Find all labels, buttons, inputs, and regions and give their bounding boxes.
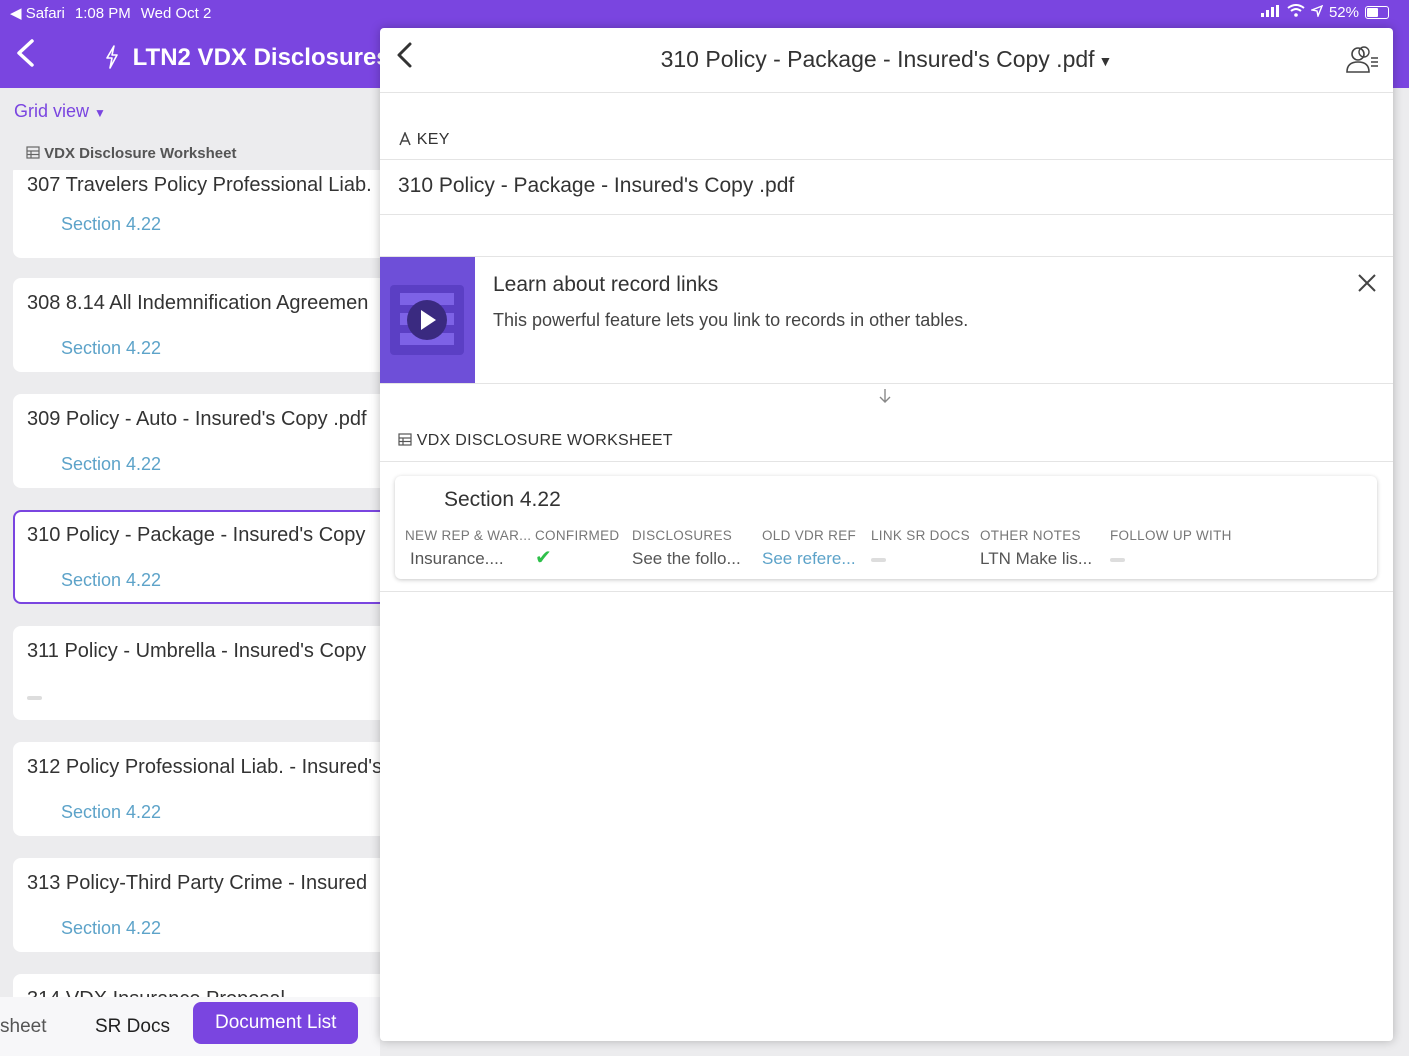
battery-percent: 52% (1328, 4, 1359, 21)
signal-icon (1260, 4, 1281, 21)
field-header: CONFIRMED (535, 528, 620, 543)
table-tabbar: sheet SR Docs Document List (0, 997, 380, 1056)
base-title[interactable]: LTN2 VDX Disclosures c (104, 44, 410, 72)
record-link[interactable]: Section 4.22 (61, 918, 161, 939)
video-thumbnail[interactable] (380, 257, 475, 383)
field-value: Insurance.... (410, 549, 504, 568)
panel-header: 310 Policy - Package - Insured's Copy .p… (380, 28, 1393, 93)
battery-icon (1365, 6, 1389, 19)
table-icon (398, 432, 417, 449)
panel-title[interactable]: 310 Policy - Package - Insured's Copy .p… (380, 46, 1393, 73)
linked-table-label: VDX DISCLOSURE WORKSHEET (398, 432, 673, 450)
record-list: 307 Travelers Policy Professional Liab. … (0, 170, 380, 1000)
back-to-app[interactable]: ◀ Safari (10, 4, 65, 22)
key-label-text: KEY (416, 131, 450, 148)
record-card[interactable]: 307 Travelers Policy Professional Liab. … (13, 170, 380, 258)
field-header: DISCLOSURES (632, 528, 733, 543)
record-title: 313 Policy-Third Party Crime - Insured (27, 872, 368, 894)
record-card[interactable]: 309 Policy - Auto - Insured's Copy .pdf … (13, 394, 380, 488)
record-card[interactable]: 313 Policy-Third Party Crime - Insured S… (13, 858, 380, 952)
divider (380, 214, 1393, 215)
status-bar: ◀ Safari 1:08 PM Wed Oct 2 52% (0, 0, 1409, 26)
back-app-label: Safari (25, 5, 65, 22)
empty-value (27, 696, 42, 700)
field-header: LINK SR DOCS (871, 528, 970, 543)
record-card[interactable]: 312 Policy Professional Liab. - Insured'… (13, 742, 380, 836)
field-header: OTHER NOTES (980, 528, 1081, 543)
divider (380, 159, 1393, 160)
linked-label-text: VDX DISCLOSURE WORKSHEET (416, 432, 673, 449)
caret-down-icon: ▼ (1098, 52, 1113, 69)
status-date: Wed Oct 2 (140, 4, 212, 22)
record-link[interactable]: Section 4.22 (61, 214, 161, 235)
view-label: Grid view (14, 101, 90, 121)
checkmark-icon: ✔ (535, 547, 552, 569)
record-card-selected[interactable]: 310 Policy - Package - Insured's Copy Se… (13, 510, 380, 604)
record-link[interactable]: Section 4.22 (61, 338, 161, 359)
text-field-icon (398, 131, 417, 148)
table-icon (26, 145, 44, 162)
divider (380, 461, 1393, 462)
key-field-value[interactable]: 310 Policy - Package - Insured's Copy .p… (398, 174, 794, 198)
collaborators-icon[interactable] (1345, 44, 1379, 79)
linked-record-card[interactable]: Section 4.22 NEW REP & WAR... Insurance.… (395, 476, 1377, 579)
tab-document-list[interactable]: Document List (193, 1002, 359, 1044)
record-title: 308 8.14 All Indemnification Agreemen (27, 292, 369, 314)
record-title: 309 Policy - Auto - Insured's Copy .pdf (27, 408, 367, 430)
status-right: 52% (1260, 4, 1389, 21)
record-link[interactable]: Section 4.22 (61, 570, 161, 591)
panel-title-text: 310 Policy - Package - Insured's Copy .p… (660, 46, 1095, 72)
tab-worksheet[interactable]: sheet (0, 1016, 46, 1038)
status-left: ◀ Safari 1:08 PM Wed Oct 2 (10, 4, 212, 23)
status-time: 1:08 PM (74, 4, 131, 22)
promo-description: This powerful feature lets you link to r… (493, 310, 969, 330)
wifi-icon (1287, 4, 1305, 21)
field-value: LTN Make lis... (980, 549, 1093, 568)
back-chevron-icon[interactable] (14, 38, 36, 74)
close-icon[interactable] (1357, 269, 1377, 300)
record-links-promo: Learn about record links This powerful f… (380, 256, 1393, 384)
field-header: FOLLOW UP WITH (1110, 528, 1232, 543)
record-detail-panel: 310 Policy - Package - Insured's Copy .p… (380, 28, 1393, 1041)
view-switcher[interactable]: Grid view ▼ (14, 101, 106, 122)
table-name: VDX Disclosure Worksheet (44, 145, 237, 162)
record-title: 312 Policy Professional Liab. - Insured'… (27, 756, 380, 778)
record-title: 307 Travelers Policy Professional Liab. (27, 174, 372, 196)
location-icon (1309, 4, 1324, 21)
key-field-label: KEY (398, 131, 450, 149)
empty-value (1110, 558, 1125, 562)
field-value: See the follo... (632, 549, 741, 568)
record-card[interactable]: 308 8.14 All Indemnification Agreemen Se… (13, 278, 380, 372)
table-label: VDX Disclosure Worksheet (26, 145, 236, 162)
record-link[interactable]: Section 4.22 (61, 802, 161, 823)
promo-title: Learn about record links (493, 273, 719, 296)
record-card[interactable]: 311 Policy - Umbrella - Insured's Copy (13, 626, 380, 720)
empty-value (871, 558, 886, 562)
record-link[interactable]: Section 4.22 (61, 454, 161, 475)
field-value-link[interactable]: See refere... (762, 549, 856, 569)
record-title: 311 Policy - Umbrella - Insured's Copy (27, 640, 367, 662)
divider (380, 591, 1393, 592)
tab-sr-docs[interactable]: SR Docs (95, 1016, 170, 1038)
base-title-text: LTN2 VDX Disclosures c (132, 44, 410, 71)
record-title: 310 Policy - Package - Insured's Copy (27, 524, 366, 546)
field-header: OLD VDR REF (762, 528, 857, 543)
field-header: NEW REP & WAR... (405, 528, 532, 543)
caret-down-icon: ▼ (94, 106, 106, 120)
arrow-down-icon (878, 388, 892, 409)
linked-record-title: Section 4.22 (444, 488, 561, 511)
lightning-icon (104, 44, 133, 71)
